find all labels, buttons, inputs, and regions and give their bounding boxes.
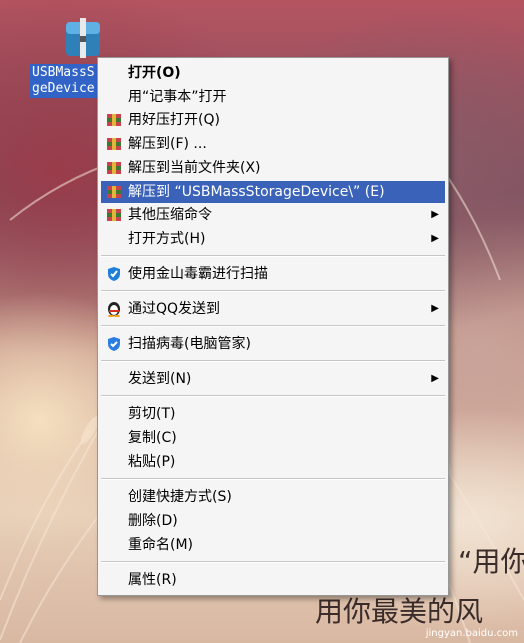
menu-item-other-compress[interactable]: 其他压缩命令 ▶ (101, 204, 445, 226)
haozip-icon (107, 114, 121, 126)
watermark: jingyan.baidu.com (425, 628, 518, 639)
menu-item-extract-to[interactable]: 解压到(F) ... (101, 133, 445, 155)
desktop-file-label: USBMassS geDevice (30, 64, 102, 98)
menu-separator (101, 360, 445, 362)
haozip-icon (107, 209, 121, 221)
menu-separator (101, 290, 445, 292)
menu-item-cut[interactable]: 剪切(T) (101, 403, 445, 425)
wallpaper-text-line2: 用你最美的风 (315, 595, 484, 628)
menu-separator (101, 325, 445, 327)
kingsoft-antivirus-icon (108, 267, 120, 281)
menu-item-kingsoft-scan[interactable]: 使用金山毒霸进行扫描 (101, 263, 445, 285)
qq-penguin-icon (108, 302, 120, 317)
submenu-arrow-icon: ▶ (431, 209, 439, 220)
tencent-shield-icon (108, 337, 120, 351)
menu-separator (101, 395, 445, 397)
haozip-icon (107, 162, 121, 174)
menu-item-rename[interactable]: 重命名(M) (101, 534, 445, 556)
menu-item-tencent-scan[interactable]: 扫描病毒(电脑管家) (101, 333, 445, 355)
menu-item-send-to[interactable]: 发送到(N) ▶ (101, 368, 445, 390)
submenu-arrow-icon: ▶ (431, 233, 439, 244)
haozip-icon (107, 138, 121, 150)
submenu-arrow-icon: ▶ (431, 373, 439, 384)
menu-separator (101, 561, 445, 563)
menu-item-extract-to-folder[interactable]: 解压到 “USBMassStorageDevice\” (E) (101, 181, 445, 203)
menu-item-properties[interactable]: 属性(R) (101, 569, 445, 591)
haozip-icon (107, 186, 121, 198)
menu-item-paste[interactable]: 粘贴(P) (101, 451, 445, 473)
menu-item-create-shortcut[interactable]: 创建快捷方式(S) (101, 486, 445, 508)
context-menu: 打开(O) 用“记事本”打开 用好压打开(Q) 解压到(F) ... 解压到当前… (97, 57, 449, 596)
menu-item-open-with[interactable]: 打开方式(H) ▶ (101, 228, 445, 250)
menu-separator (101, 255, 445, 257)
menu-item-copy[interactable]: 复制(C) (101, 427, 445, 449)
menu-separator (101, 478, 445, 480)
menu-item-open-with-haozip[interactable]: 用好压打开(Q) (101, 109, 445, 131)
wallpaper-text-line1: “用你 (458, 545, 524, 578)
submenu-arrow-icon: ▶ (431, 303, 439, 314)
zip-archive-icon (66, 18, 100, 58)
menu-item-open[interactable]: 打开(O) (101, 62, 445, 84)
menu-item-send-via-qq[interactable]: 通过QQ发送到 ▶ (101, 298, 445, 320)
menu-item-delete[interactable]: 删除(D) (101, 510, 445, 532)
menu-item-open-with-notepad[interactable]: 用“记事本”打开 (101, 86, 445, 108)
menu-item-extract-here[interactable]: 解压到当前文件夹(X) (101, 157, 445, 179)
